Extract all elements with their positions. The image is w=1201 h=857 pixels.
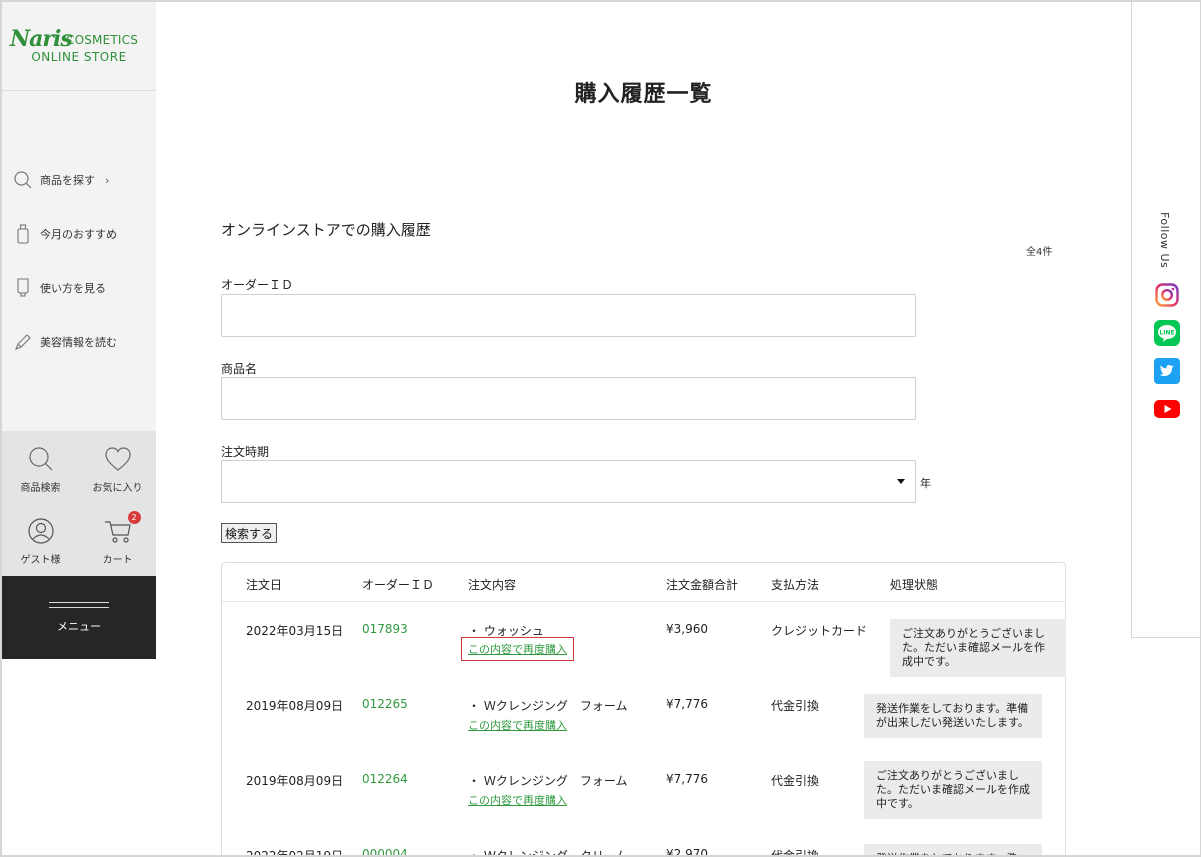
- order-amount: ¥7,776: [666, 697, 708, 711]
- page-title: 購入履歴一覧: [574, 82, 713, 107]
- payment-method: 代金引換: [771, 774, 820, 788]
- quick-favorites-button[interactable]: お気に入り: [79, 431, 156, 503]
- product-name-input[interactable]: [221, 377, 916, 420]
- quick-favorites-label: お気に入り: [92, 483, 143, 494]
- status-badge: ご注文ありがとうございました。ただいま確認メールを作成中です。: [864, 761, 1042, 819]
- logo-cosmetics: COSMETICS: [66, 33, 139, 47]
- year-suffix: 年: [920, 477, 931, 490]
- quick-actions: 商品検索 お気に入り ゲスト様 2 カート: [2, 431, 156, 576]
- nav-item-recommend[interactable]: 今月のおすすめ: [12, 223, 117, 245]
- payment-method: 代金引換: [771, 849, 820, 857]
- svg-text:LINE: LINE: [1159, 330, 1174, 337]
- status-badge: 発送作業をしております。準: [864, 844, 1042, 857]
- line-icon[interactable]: LINE: [1154, 320, 1180, 346]
- nav-item-how-to-use[interactable]: 使い方を見る: [12, 277, 106, 299]
- chevron-down-icon: [897, 479, 905, 484]
- sidebar: Naris COSMETICS ONLINE STORE 商品を探す › 今月の…: [2, 2, 156, 659]
- header-order-id: オーダーＩＤ: [362, 578, 435, 592]
- logo-online-store: ONLINE STORE: [31, 50, 127, 64]
- order-period-select[interactable]: [221, 460, 916, 503]
- reorder-link[interactable]: この内容で再度購入: [461, 637, 574, 661]
- order-date: 2019年08月09日: [246, 774, 344, 788]
- order-id-link[interactable]: 017893: [362, 622, 408, 636]
- status-badge: 発送作業をしております。準備が出来しだい発送いたします。: [864, 694, 1042, 738]
- store-logo[interactable]: Naris COSMETICS ONLINE STORE: [2, 2, 156, 91]
- header-payment-method: 支払方法: [771, 578, 820, 592]
- payment-method: 代金引換: [771, 699, 820, 713]
- quick-account-button[interactable]: ゲスト様: [2, 503, 79, 575]
- order-id-input[interactable]: [221, 294, 916, 337]
- order-date: 2022年03月15日: [246, 624, 344, 638]
- reorder-link[interactable]: この内容で再度購入: [468, 717, 567, 733]
- quick-cart-button[interactable]: 2 カート: [79, 503, 156, 575]
- header-order-total: 注文金額合計: [666, 578, 739, 592]
- reorder-link[interactable]: この内容で再度購入: [468, 792, 567, 808]
- order-item: ・ Ｗクレンジング フォーム: [468, 774, 628, 788]
- order-history-table: 注文日 オーダーＩＤ 注文内容 注文金額合計 支払方法 処理状態 2022年03…: [221, 562, 1066, 857]
- nav-label: 美容情報を読む: [40, 336, 117, 349]
- order-date: 2019年08月09日: [246, 699, 344, 713]
- search-button[interactable]: 検索する: [221, 523, 278, 543]
- order-amount: ¥7,776: [666, 772, 708, 786]
- quick-guest-label: ゲスト様: [20, 555, 61, 566]
- table-header: 注文日 オーダーＩＤ 注文内容 注文金額合計 支払方法 処理状態: [222, 563, 1065, 602]
- quick-search-button[interactable]: 商品検索: [2, 431, 79, 503]
- tube-icon: [12, 277, 34, 299]
- chevron-right-icon: ›: [105, 173, 110, 187]
- payment-method: クレジットカード: [771, 624, 868, 638]
- total-count: 全4件: [1026, 247, 1053, 258]
- order-amount: ¥2,970: [666, 847, 708, 857]
- user-icon: [27, 515, 55, 547]
- menu-label: メニュー: [57, 619, 101, 633]
- heart-icon: [104, 443, 132, 475]
- bottle-icon: [12, 223, 34, 245]
- quick-search-label: 商品検索: [20, 483, 61, 494]
- order-id-link[interactable]: 012265: [362, 697, 408, 711]
- order-id-label: オーダーＩＤ: [221, 278, 294, 292]
- menu-button[interactable]: メニュー: [2, 576, 156, 659]
- nav-item-beauty-info[interactable]: 美容情報を読む: [12, 331, 117, 353]
- cart-icon: 2: [103, 511, 141, 547]
- nav-item-search-products[interactable]: 商品を探す ›: [12, 169, 109, 191]
- order-id-link[interactable]: 000004: [362, 847, 408, 857]
- nav-label: 今月のおすすめ: [40, 228, 117, 241]
- order-date: 2022年02月19日: [246, 849, 344, 857]
- status-badge: ご注文ありがとうございました。ただいま確認メールを作成中です。: [890, 619, 1066, 677]
- order-amount: ¥3,960: [666, 622, 708, 636]
- logo-script: Naris: [10, 26, 73, 52]
- quick-cart-label: カート: [102, 555, 133, 566]
- order-item: ・ Ｗクレンジング フォーム: [468, 699, 628, 713]
- search-icon: [27, 443, 55, 475]
- pen-icon: [12, 331, 34, 353]
- youtube-icon[interactable]: [1154, 396, 1180, 422]
- nav-label: 使い方を見る: [40, 282, 106, 295]
- header-order-contents: 注文内容: [468, 578, 517, 592]
- order-period-label: 注文時期: [221, 445, 270, 459]
- follow-us-label: Follow Us: [1158, 212, 1171, 269]
- search-icon: [12, 169, 34, 191]
- cart-count-badge: 2: [127, 511, 141, 524]
- header-order-date: 注文日: [246, 578, 283, 592]
- product-name-label: 商品名: [221, 362, 258, 376]
- header-status: 処理状態: [890, 578, 939, 592]
- order-id-link[interactable]: 012264: [362, 772, 408, 786]
- hamburger-icon: [49, 601, 109, 608]
- social-bar: Follow Us LINE: [1131, 2, 1200, 638]
- order-item: ・ Ｗクレンジング クリーム: [468, 849, 628, 857]
- section-title: オンラインストアでの購入履歴: [221, 221, 431, 239]
- instagram-icon[interactable]: [1154, 282, 1180, 308]
- nav-label: 商品を探す: [40, 174, 95, 187]
- twitter-icon[interactable]: [1154, 358, 1180, 384]
